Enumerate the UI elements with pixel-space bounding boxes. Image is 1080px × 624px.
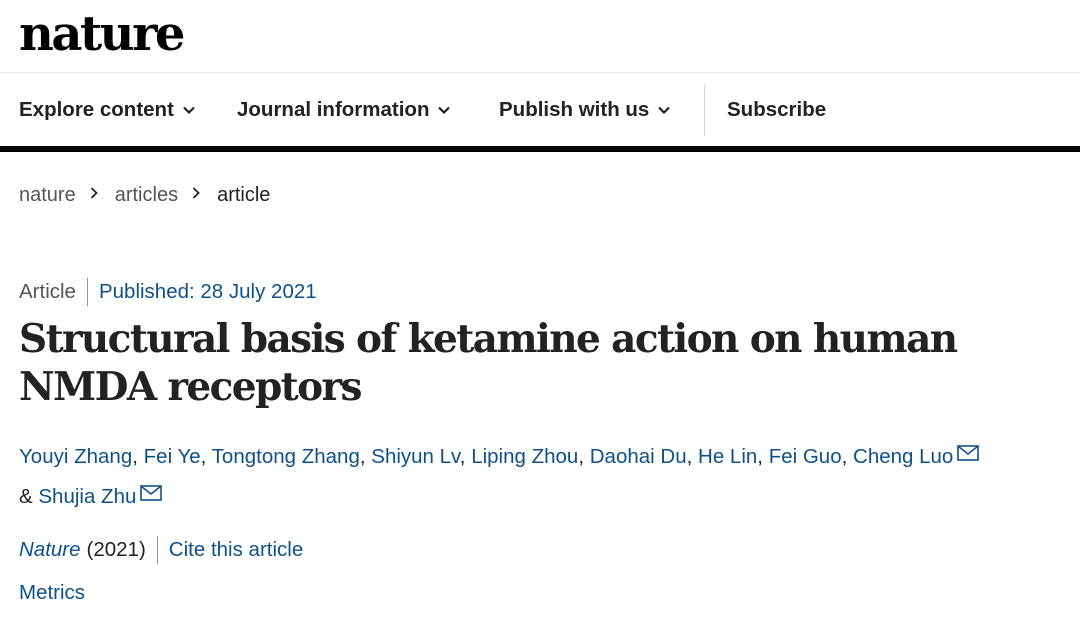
breadcrumb-nature[interactable]: nature	[19, 184, 76, 207]
chevron-down-icon	[657, 103, 671, 117]
subscribe-link[interactable]: Subscribe	[727, 74, 826, 146]
metrics-link[interactable]: Metrics	[19, 578, 85, 608]
author-link[interactable]: Fei Ye	[144, 445, 201, 468]
citation-divider	[156, 536, 158, 564]
author-link[interactable]: Tongtong Zhang	[212, 445, 360, 468]
nav-publish-with-us[interactable]: Publish with us	[499, 74, 671, 146]
publication-year: (2021)	[86, 538, 146, 561]
breadcrumb-articles[interactable]: articles	[115, 184, 178, 207]
author-link[interactable]: Cheng Luo	[853, 445, 953, 468]
author-separator: ,	[359, 445, 372, 468]
author-link[interactable]: Youyi Zhang	[19, 445, 132, 468]
citation-row: Nature (2021) Cite this article	[19, 535, 303, 565]
chevron-down-icon	[182, 103, 196, 117]
author-link[interactable]: He Lin	[698, 445, 757, 468]
author-link[interactable]: Fei Guo	[769, 445, 842, 468]
chevron-down-icon	[437, 103, 451, 117]
email-icon[interactable]	[140, 476, 163, 501]
chevron-right-icon	[90, 186, 102, 200]
nav-journal-information-label: Journal information	[237, 98, 430, 121]
main-nav: Explore content Journal information Publ…	[0, 74, 1080, 146]
published-date: Published: 28 July 2021	[98, 280, 317, 303]
chevron-right-icon	[192, 186, 204, 200]
breadcrumb: nature articles article	[19, 180, 270, 210]
nav-divider	[704, 84, 705, 136]
author-list: Youyi Zhang, Fei Ye, Tongtong Zhang, Shi…	[19, 436, 1069, 516]
author-separator: ,	[132, 445, 144, 468]
breadcrumb-article: article	[217, 183, 271, 206]
nav-journal-information[interactable]: Journal information	[237, 74, 451, 146]
author-separator: ,	[841, 445, 854, 468]
author-link[interactable]: Shiyun Lv	[371, 445, 460, 468]
author-ampersand: &	[19, 485, 39, 508]
nav-publish-with-us-label: Publish with us	[499, 98, 650, 121]
cite-article-link[interactable]: Cite this article	[169, 538, 303, 562]
header-rule	[0, 146, 1080, 152]
author-link[interactable]: Shujia Zhu	[38, 485, 136, 508]
journal-link[interactable]: Nature	[19, 538, 81, 562]
author-separator: ,	[757, 445, 769, 468]
author-separator: ,	[578, 445, 590, 468]
meta-divider	[86, 278, 88, 306]
nav-explore-content[interactable]: Explore content	[19, 74, 196, 146]
email-icon[interactable]	[957, 436, 980, 461]
article-title: Structural basis of ketamine action on h…	[19, 316, 958, 410]
author-link[interactable]: Daohai Du	[590, 445, 687, 468]
author-link[interactable]: Liping Zhou	[471, 445, 578, 468]
author-separator: ,	[200, 445, 212, 468]
nav-explore-content-label: Explore content	[19, 98, 174, 121]
nature-logo[interactable]: nature	[19, 2, 185, 66]
article-type: Article	[19, 280, 76, 303]
site-header: nature	[0, 0, 1080, 73]
article-meta: Article Published: 28 July 2021	[19, 277, 317, 307]
author-separator: ,	[686, 445, 699, 468]
author-separator: ,	[459, 445, 472, 468]
